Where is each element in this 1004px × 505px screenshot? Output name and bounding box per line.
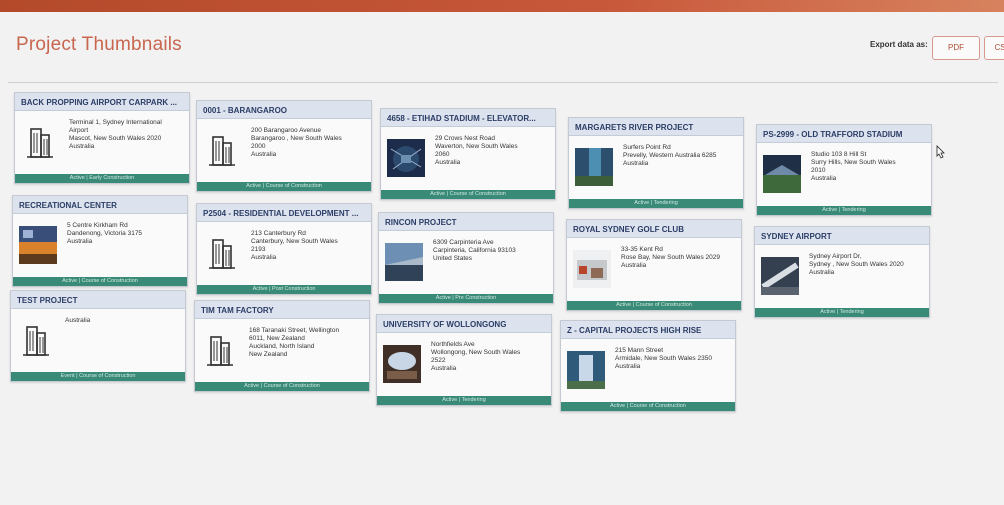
project-address: 200 Barangaroo Avenue Barangaroo , New So… xyxy=(251,127,342,158)
status-bar: Event | Course of Construction xyxy=(11,372,185,381)
status-bar: Active | Tendering xyxy=(569,199,743,208)
project-address: Sydney Airport Dr, Sydney , New South Wal… xyxy=(809,253,904,276)
project-address: 215 Mann Street Armidale, New South Wales… xyxy=(615,347,712,370)
project-address: 6309 Carpinteria Ave Carpinteria, Califor… xyxy=(433,239,516,262)
status-bar: Active | Course of Construction xyxy=(567,301,741,310)
building-icon xyxy=(203,131,241,169)
status-bar: Active | Course of Construction xyxy=(381,190,555,199)
project-card[interactable]: 4658 - ETIHAD STADIUM - ELEVATOR... 29 C… xyxy=(380,108,556,200)
project-photo-rincon xyxy=(385,243,423,281)
project-photo-highrise xyxy=(567,351,605,389)
building-icon xyxy=(17,321,55,359)
status-bar: Active | Course of Construction xyxy=(197,182,371,191)
export-csv-button[interactable]: CS xyxy=(984,36,1004,60)
status-bar: Active | Post Construction xyxy=(197,285,371,294)
status-bar: Active | Tendering xyxy=(377,396,551,405)
project-address: 213 Canterbury Rd Canterbury, New South W… xyxy=(251,230,338,261)
project-card[interactable]: RECREATIONAL CENTER 5 Centre Kirkham Rd D… xyxy=(12,195,188,287)
project-card[interactable]: P2504 - RESIDENTIAL DEVELOPMENT ... 213 … xyxy=(196,203,372,295)
project-card[interactable]: ROYAL SYDNEY GOLF CLUB 33-35 Kent Rd Rose… xyxy=(566,219,742,311)
project-name[interactable]: Z - CAPITAL PROJECTS HIGH RISE xyxy=(561,321,735,339)
building-icon xyxy=(203,234,241,272)
project-address: Australia xyxy=(65,317,91,324)
project-name[interactable]: TIM TAM FACTORY xyxy=(195,301,369,319)
project-card[interactable]: RINCON PROJECT 6309 Carpinteria Ave Carpi… xyxy=(378,212,554,304)
page-title: Project Thumbnails xyxy=(16,34,182,55)
project-name[interactable]: MARGARETS RIVER PROJECT xyxy=(569,118,743,136)
project-photo-river xyxy=(575,148,613,186)
project-name[interactable]: ROYAL SYDNEY GOLF CLUB xyxy=(567,220,741,238)
project-name[interactable]: SYDNEY AIRPORT xyxy=(755,227,929,245)
project-photo-airport xyxy=(761,257,799,295)
project-photo-trafford xyxy=(763,155,801,193)
project-card[interactable]: MARGARETS RIVER PROJECT Surfers Point Rd… xyxy=(568,117,744,209)
project-card[interactable]: PS-2999 - OLD TRAFFORD STADIUM Studio 10… xyxy=(756,124,932,216)
project-address: 29 Crows Nest Road Waverton, New South Wa… xyxy=(435,135,518,166)
project-address: Surfers Point Rd Prevelly, Western Austra… xyxy=(623,144,717,167)
project-photo-university xyxy=(383,345,421,383)
project-address: 168 Taranaki Street, Wellington 6011, New… xyxy=(249,327,340,358)
project-address: Terminal 1, Sydney International Airport M… xyxy=(69,119,162,150)
title-divider xyxy=(8,82,998,83)
project-card[interactable]: 0001 - BARANGAROO 200 Barangaroo Avenue B… xyxy=(196,100,372,192)
project-card[interactable]: Z - CAPITAL PROJECTS HIGH RISE 215 Mann … xyxy=(560,320,736,412)
export-label: Export data as: xyxy=(870,40,928,49)
project-address: Studio 103 8 Hill St Surry Hills, New Sou… xyxy=(811,151,896,182)
project-card[interactable]: UNIVERSITY OF WOLLONGONG Northfields Ave… xyxy=(376,314,552,406)
building-icon xyxy=(21,123,59,161)
project-photo-golf xyxy=(573,250,611,288)
project-card[interactable]: TIM TAM FACTORY 168 Taranaki Street, Wel… xyxy=(194,300,370,392)
status-bar: Active | Pre Construction xyxy=(379,294,553,303)
project-name[interactable]: PS-2999 - OLD TRAFFORD STADIUM xyxy=(757,125,931,143)
project-card[interactable]: BACK PROPPING AIRPORT CARPARK ... Termin… xyxy=(14,92,190,184)
project-name[interactable]: 0001 - BARANGAROO xyxy=(197,101,371,119)
app-top-bar xyxy=(0,0,1004,12)
project-name[interactable]: UNIVERSITY OF WOLLONGONG xyxy=(377,315,551,333)
project-name[interactable]: 4658 - ETIHAD STADIUM - ELEVATOR... xyxy=(381,109,555,127)
project-name[interactable]: TEST PROJECT xyxy=(11,291,185,309)
export-pdf-button[interactable]: PDF xyxy=(932,36,980,60)
status-bar: Active | Early Construction xyxy=(15,174,189,183)
status-bar: Active | Course of Construction xyxy=(13,277,187,286)
project-name[interactable]: BACK PROPPING AIRPORT CARPARK ... xyxy=(15,93,189,111)
status-bar: Active | Course of Construction xyxy=(561,402,735,411)
project-photo-stadium xyxy=(387,139,425,177)
project-card[interactable]: SYDNEY AIRPORT Sydney Airport Dr, Sydney … xyxy=(754,226,930,318)
building-icon xyxy=(201,331,239,369)
project-name[interactable]: P2504 - RESIDENTIAL DEVELOPMENT ... xyxy=(197,204,371,222)
project-name[interactable]: RINCON PROJECT xyxy=(379,213,553,231)
status-bar: Active | Tendering xyxy=(755,308,929,317)
project-address: Northfields Ave Wollongong, New South Wal… xyxy=(431,341,521,372)
project-address: 5 Centre Kirkham Rd Dandenong, Victoria 3… xyxy=(67,222,143,245)
project-card[interactable]: TEST PROJECT Australia Event | Course of… xyxy=(10,290,186,382)
project-address: 33-35 Kent Rd Rose Bay, New South Wales 2… xyxy=(621,246,720,269)
status-bar: Active | Tendering xyxy=(757,206,931,215)
status-bar: Active | Course of Construction xyxy=(195,382,369,391)
project-name[interactable]: RECREATIONAL CENTER xyxy=(13,196,187,214)
mouse-pointer-icon xyxy=(935,145,945,159)
project-photo-recreation xyxy=(19,226,57,264)
